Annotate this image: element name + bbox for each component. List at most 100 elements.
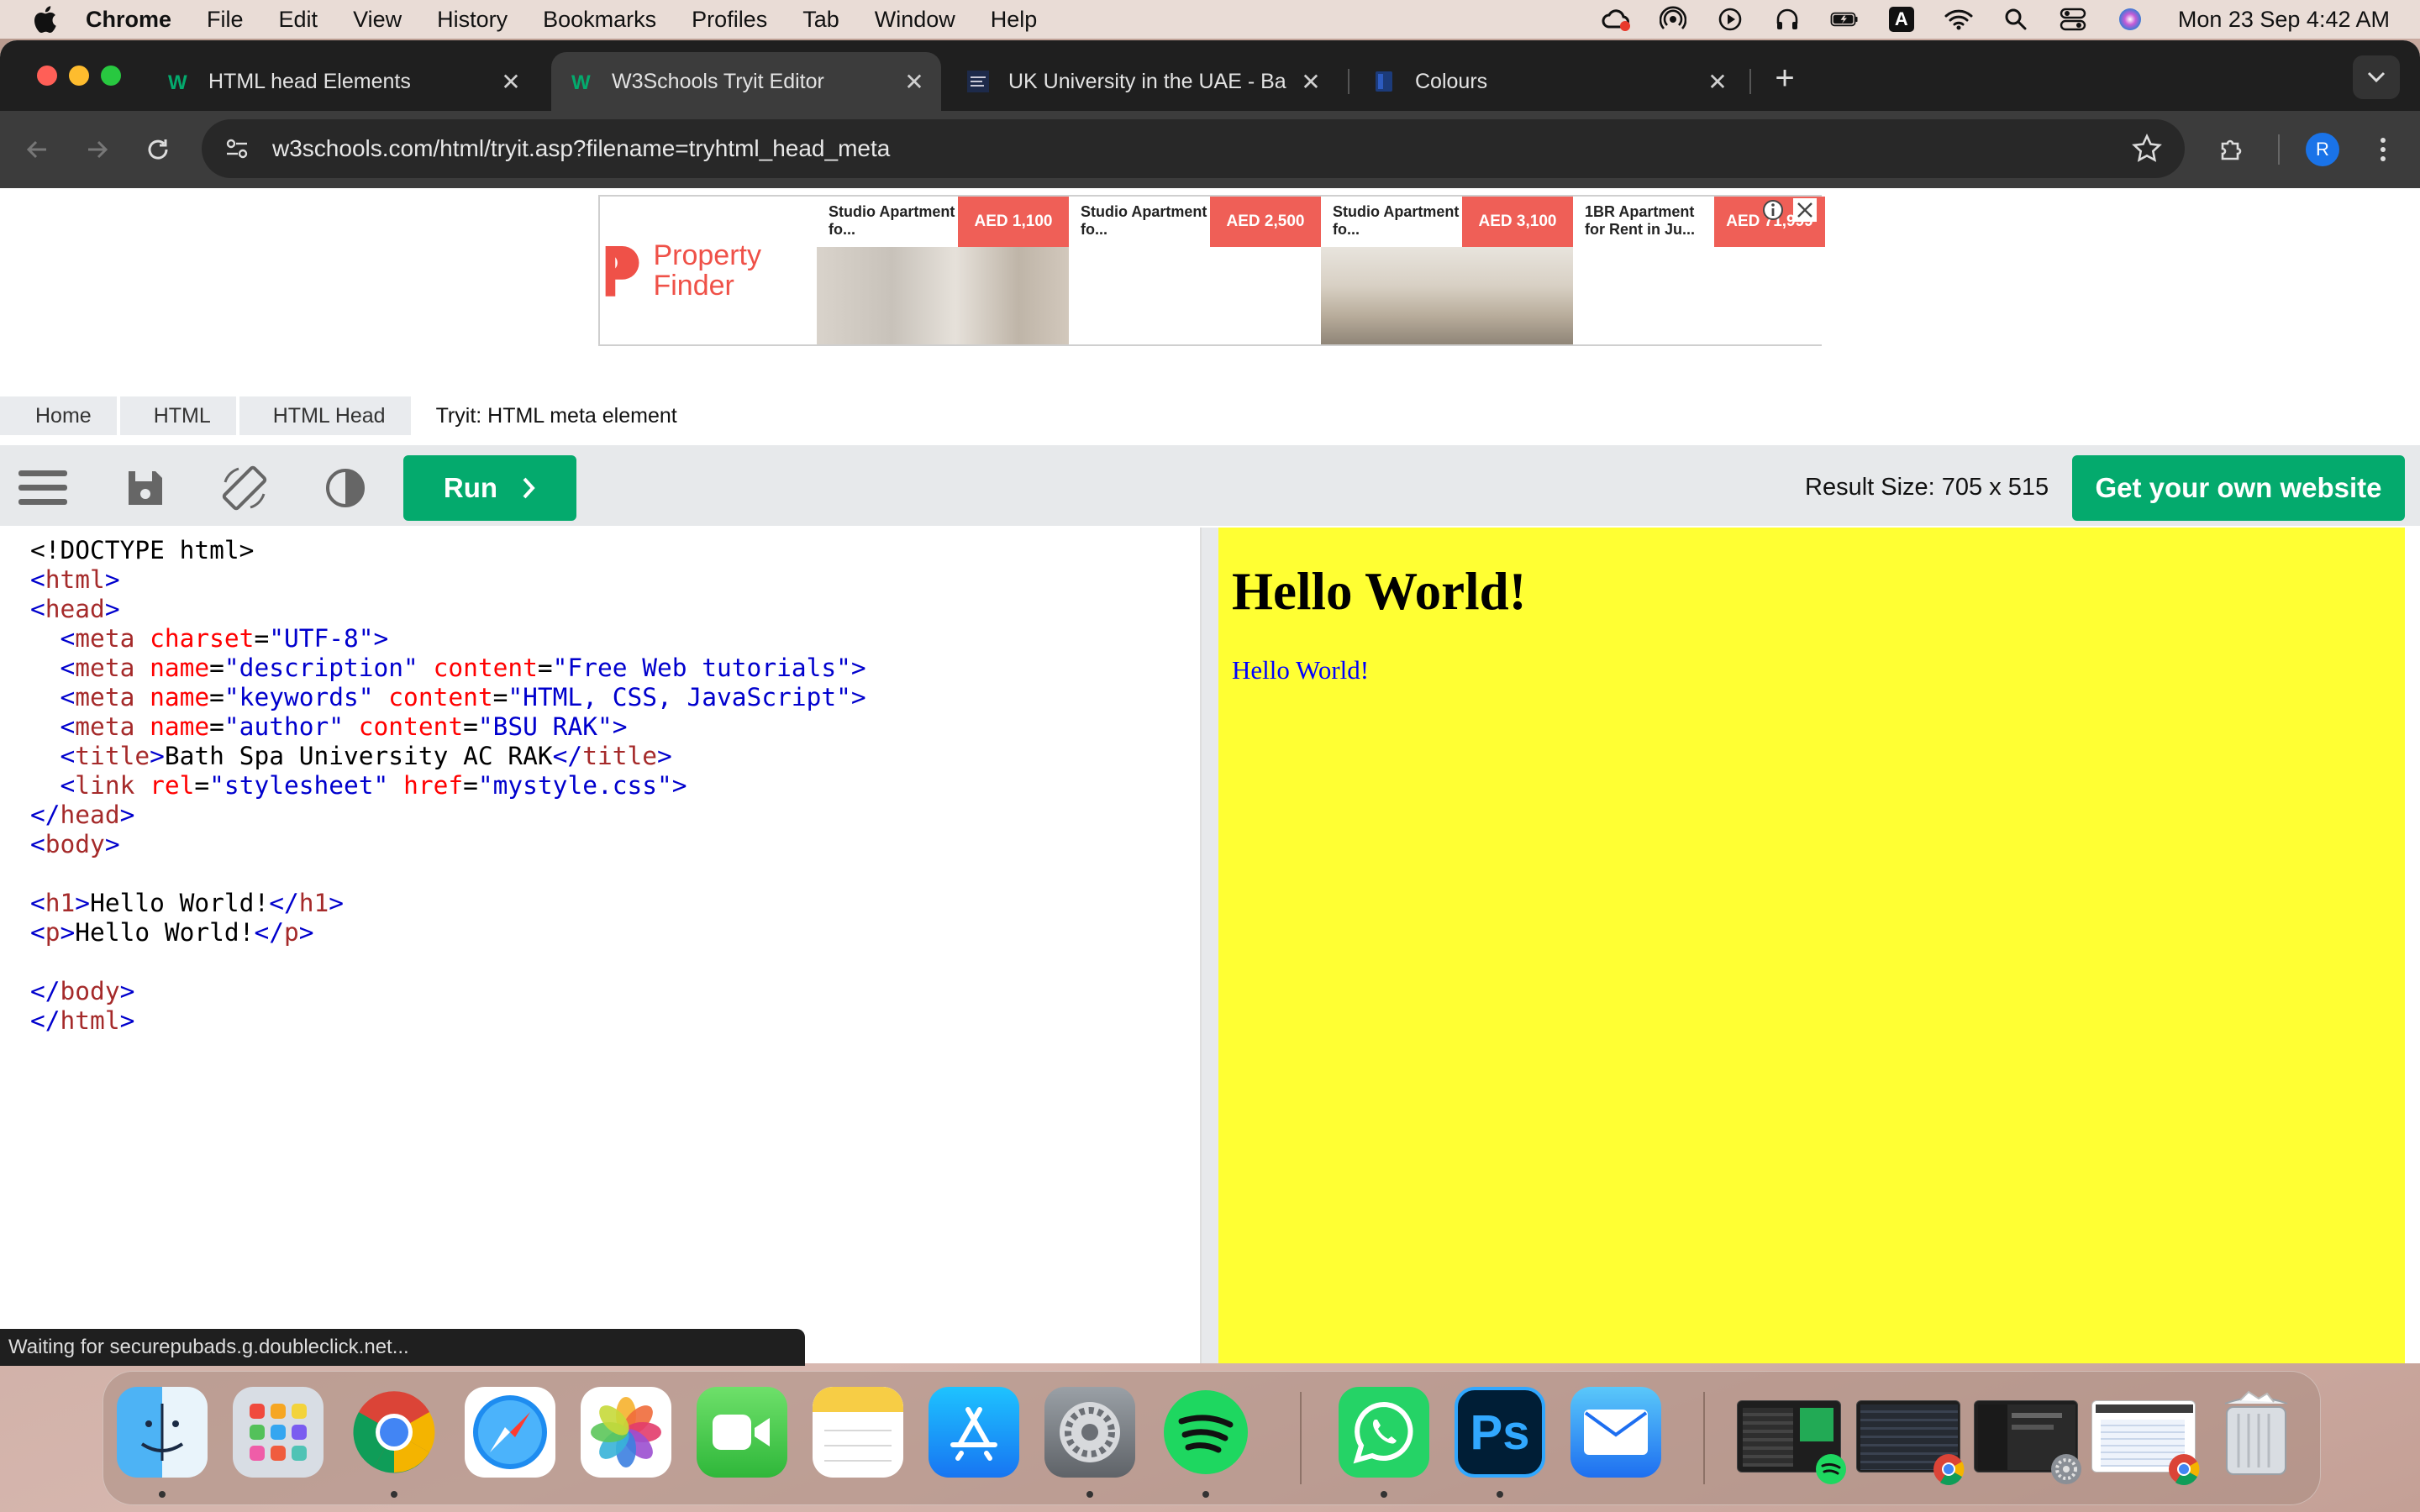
breadcrumb-html-head[interactable]: HTML Head xyxy=(239,396,411,435)
tab-close-icon[interactable]: ✕ xyxy=(1702,68,1733,96)
tab-html-head-elements[interactable]: W HTML head Elements ✕ xyxy=(148,52,538,111)
spotify-icon[interactable] xyxy=(1160,1387,1251,1478)
dark-mode-button[interactable] xyxy=(321,464,370,512)
ad-card-label: Studio Apartment fo... xyxy=(1081,203,1207,238)
code-token: = xyxy=(209,654,224,682)
finder-icon[interactable] xyxy=(117,1387,208,1478)
play-icon[interactable] xyxy=(1716,5,1744,34)
menu-help[interactable]: Help xyxy=(991,7,1038,33)
menu-tab[interactable]: Tab xyxy=(802,7,839,33)
menu-window[interactable]: Window xyxy=(875,7,955,33)
status-bubble: Waiting for securepubads.g.doubleclick.n… xyxy=(0,1329,805,1366)
tab-close-icon[interactable]: ✕ xyxy=(899,68,929,96)
creative-cloud-icon[interactable] xyxy=(1602,5,1630,34)
address-bar[interactable]: w3schools.com/html/tryit.asp?filename=tr… xyxy=(202,119,2185,178)
code-token: h1 xyxy=(298,889,329,917)
launchpad-icon[interactable] xyxy=(233,1387,324,1478)
menu-history[interactable]: History xyxy=(437,7,508,33)
tab-title: HTML head Elements xyxy=(208,69,411,93)
menu-profiles[interactable]: Profiles xyxy=(692,7,767,33)
web-page: Property Finder Studio Apartment fo... A… xyxy=(0,188,2420,1363)
run-button[interactable]: Run xyxy=(403,455,576,521)
save-button[interactable] xyxy=(121,464,170,512)
menu-button[interactable] xyxy=(18,464,67,512)
menu-edit[interactable]: Edit xyxy=(279,7,318,33)
pane-resize-handle[interactable] xyxy=(1202,528,1218,1363)
wifi-icon[interactable] xyxy=(1944,5,1973,34)
tab-close-icon[interactable]: ✕ xyxy=(496,68,526,96)
chrome-icon[interactable] xyxy=(349,1387,439,1478)
menu-app-name[interactable]: Chrome xyxy=(86,7,171,33)
tab-title: W3Schools Tryit Editor xyxy=(612,69,824,93)
code-token: charset xyxy=(150,624,255,653)
result-frame[interactable]: Hello World! Hello World! xyxy=(1218,528,2405,1363)
ad-info-icon[interactable] xyxy=(1761,198,1785,222)
trash-icon[interactable] xyxy=(2211,1387,2302,1478)
running-indicator xyxy=(391,1491,397,1498)
profile-avatar: R xyxy=(2306,133,2339,166)
menu-view[interactable]: View xyxy=(353,7,402,33)
battery-icon[interactable] xyxy=(1830,5,1859,34)
code-token: = xyxy=(463,771,478,800)
input-source-icon[interactable]: A xyxy=(1887,5,1916,34)
code-token: > xyxy=(104,565,120,594)
tab-close-icon[interactable]: ✕ xyxy=(1296,68,1326,96)
profile-button[interactable]: R xyxy=(2302,129,2343,170)
airdrop-icon[interactable] xyxy=(1659,5,1687,34)
tab-search-button[interactable] xyxy=(2353,55,2400,99)
window-close-button[interactable] xyxy=(37,66,57,86)
arrow-left-icon xyxy=(26,140,46,159)
safari-icon[interactable] xyxy=(465,1387,555,1478)
tab-w3schools-tryit-editor[interactable]: W W3Schools Tryit Editor ✕ xyxy=(551,52,941,111)
code-token: < xyxy=(30,565,45,594)
ad-card[interactable]: 1BR Apartment for Rent in Ju... AED 71,9… xyxy=(1573,197,1825,344)
back-button[interactable] xyxy=(17,129,57,170)
code-token: = xyxy=(194,771,210,800)
code-token: h1 xyxy=(45,889,76,917)
tab-colours[interactable]: Colours ✕ xyxy=(1355,52,1744,111)
tab-uk-university-uae[interactable]: UK University in the UAE - Ba ✕ xyxy=(948,52,1338,111)
ad-card[interactable]: Studio Apartment fo... AED 1,100 xyxy=(817,197,1069,344)
photos-icon[interactable] xyxy=(581,1387,671,1478)
notes-icon[interactable] xyxy=(813,1387,903,1478)
window-zoom-button[interactable] xyxy=(101,66,121,86)
headphones-icon[interactable] xyxy=(1773,5,1802,34)
ad-card[interactable]: Studio Apartment fo... AED 2,500 xyxy=(1069,197,1321,344)
photoshop-icon[interactable]: Ps xyxy=(1455,1387,1545,1478)
spotlight-search-icon[interactable] xyxy=(2002,5,2030,34)
menu-bookmarks[interactable]: Bookmarks xyxy=(543,7,656,33)
menu-file[interactable]: File xyxy=(207,7,244,33)
reload-button[interactable] xyxy=(138,129,178,170)
facetime-icon[interactable] xyxy=(697,1387,787,1478)
breadcrumb-html[interactable]: HTML xyxy=(119,396,236,435)
ad-brand-logo[interactable]: Property Finder xyxy=(600,197,817,344)
control-center-icon[interactable] xyxy=(2059,5,2087,34)
code-line: <meta name="description" content="Free W… xyxy=(30,654,1200,683)
window-minimize-button[interactable] xyxy=(69,66,89,86)
ad-banner[interactable]: Property Finder Studio Apartment fo... A… xyxy=(598,195,1825,346)
siri-icon[interactable] xyxy=(2116,5,2144,34)
code-token: > xyxy=(75,889,91,917)
extensions-button[interactable] xyxy=(2212,129,2252,170)
apple-menu-icon[interactable] xyxy=(32,5,57,34)
code-token: < xyxy=(30,918,45,947)
system-settings-icon[interactable] xyxy=(1044,1387,1135,1478)
get-your-own-website-button[interactable]: Get your own website xyxy=(2072,455,2405,521)
ad-card[interactable]: Studio Apartment fo... AED 3,100 xyxy=(1321,197,1573,344)
forward-button[interactable] xyxy=(77,129,118,170)
ad-close-icon[interactable] xyxy=(1793,198,1817,222)
code-token: </ xyxy=(30,801,60,829)
code-editor[interactable]: <!DOCTYPE html> <html> <head> <meta charse… xyxy=(17,528,1202,1363)
menubar-clock[interactable]: Mon 23 Sep 4:42 AM xyxy=(2178,7,2390,33)
code-token: < xyxy=(60,742,76,770)
breadcrumb-home[interactable]: Home xyxy=(0,396,117,435)
mail-icon[interactable] xyxy=(1570,1387,1661,1478)
chrome-menu-button[interactable] xyxy=(2363,129,2403,170)
app-store-icon[interactable] xyxy=(929,1387,1019,1478)
whatsapp-icon[interactable] xyxy=(1339,1387,1429,1478)
code-token: > xyxy=(119,977,135,1005)
bookmark-star-icon[interactable] xyxy=(2131,133,2163,165)
new-tab-button[interactable]: + xyxy=(1765,59,1805,99)
rotate-layout-button[interactable] xyxy=(220,464,269,512)
site-info-icon[interactable] xyxy=(220,132,254,165)
